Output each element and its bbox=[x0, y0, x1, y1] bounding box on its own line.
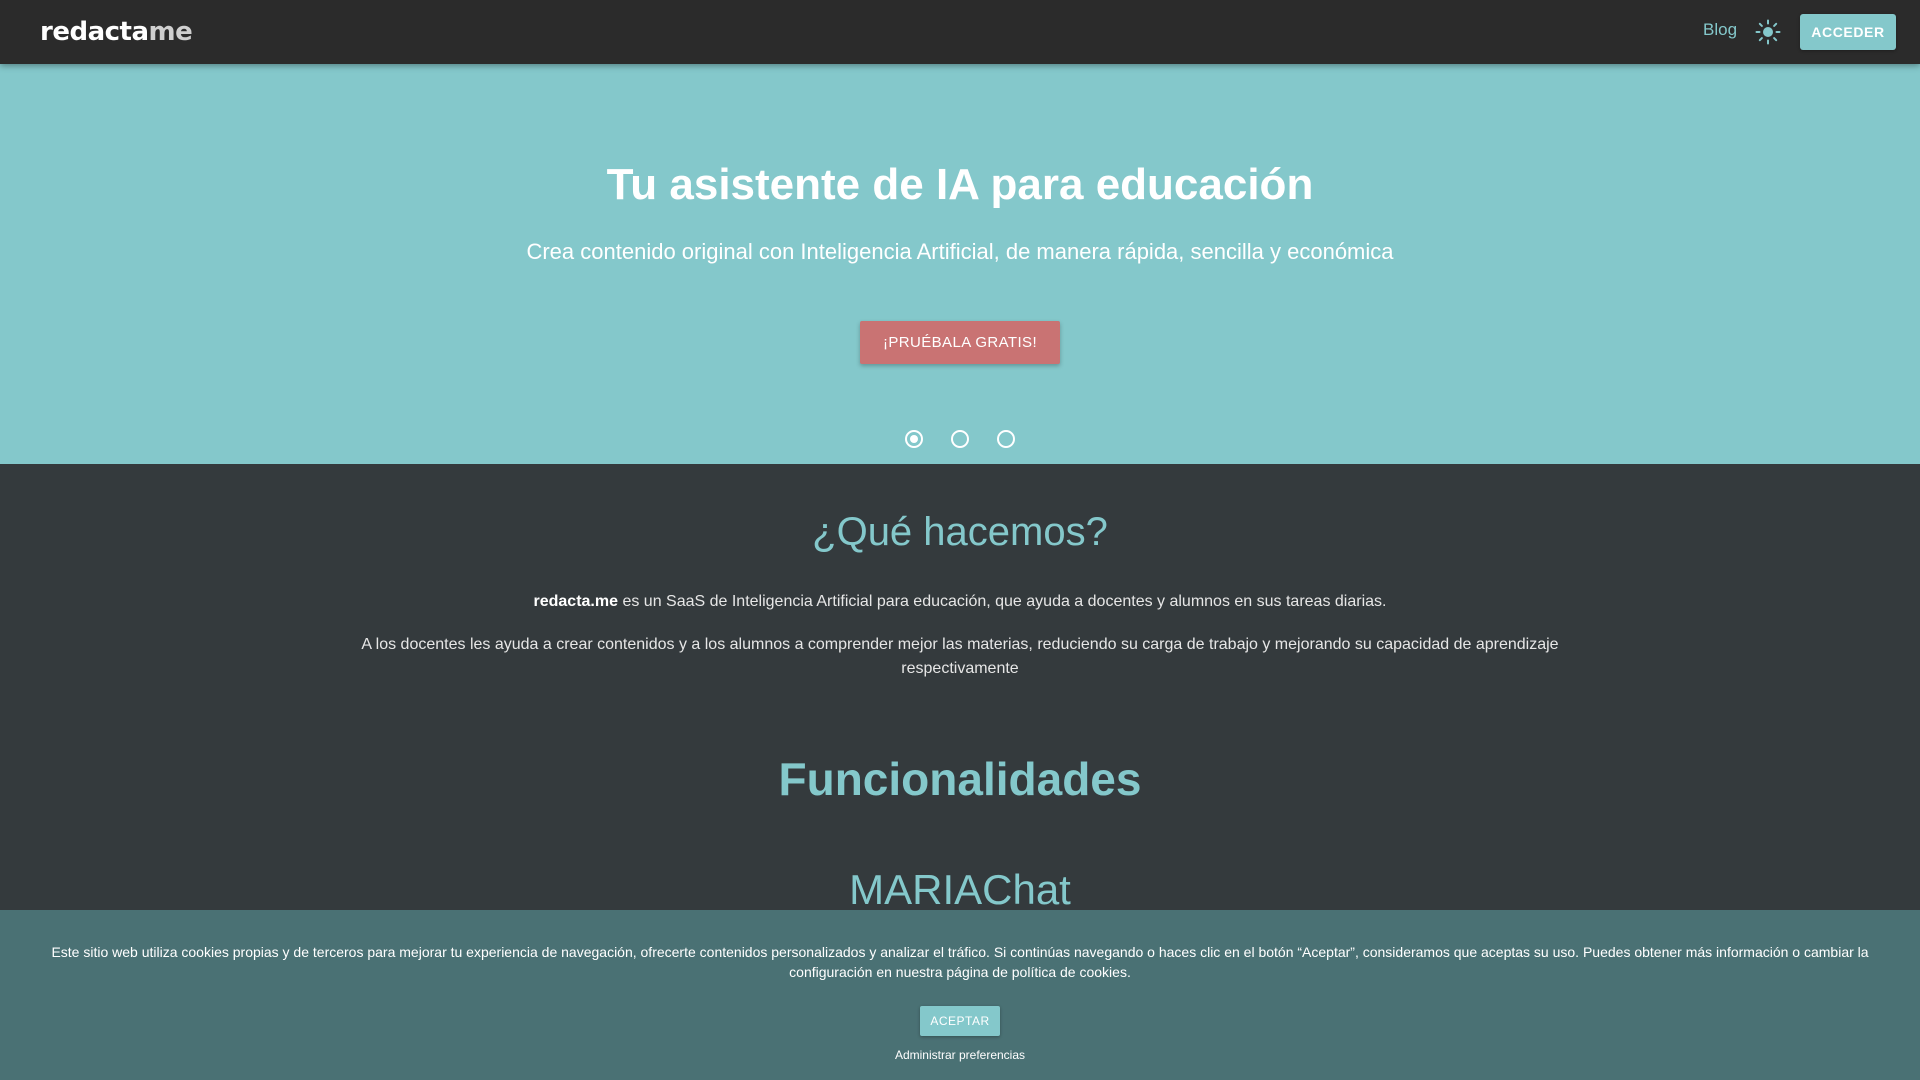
features-title: Funcionalidades bbox=[778, 753, 1142, 805]
cookie-banner: Este sitio web utiliza cookies propias y… bbox=[0, 910, 1920, 1080]
sun-icon bbox=[1755, 19, 1781, 45]
manage-preferences-link[interactable]: Administrar preferencias bbox=[0, 1048, 1920, 1062]
what-we-do-paragraph-1: redacta.me es un SaaS de Inteligencia Ar… bbox=[0, 593, 1920, 611]
theme-toggle-button[interactable] bbox=[1755, 19, 1781, 45]
accept-cookies-button[interactable]: ACEPTAR bbox=[920, 1006, 1000, 1036]
login-button[interactable]: ACCEDER bbox=[1800, 14, 1896, 50]
what-we-do-title: ¿Qué hacemos? bbox=[812, 510, 1108, 554]
carousel-dot-1[interactable] bbox=[905, 430, 923, 448]
cookie-notice-text: Este sitio web utiliza cookies propias y… bbox=[51, 944, 1869, 980]
nav-link-blog[interactable]: Blog bbox=[1703, 20, 1737, 40]
carousel-dot-3[interactable] bbox=[997, 430, 1015, 448]
feature-mariachat-title: MARIAChat bbox=[849, 866, 1071, 913]
try-free-button[interactable]: ¡PRUÉBALA GRATIS! bbox=[860, 321, 1060, 364]
what-we-do-paragraph-1-text: es un SaaS de Inteligencia Artificial pa… bbox=[618, 593, 1387, 610]
hero-carousel: Tu asistente de IA para educación Crea c… bbox=[0, 64, 1920, 464]
logo-text: redacta bbox=[40, 17, 149, 47]
top-navbar: redactame Blog ACCEDER bbox=[0, 0, 1920, 64]
brand-logo[interactable]: redactame bbox=[40, 14, 193, 50]
carousel-indicators bbox=[0, 430, 1920, 452]
what-we-do-paragraph-2: A los docentes les ayuda a crear conteni… bbox=[361, 636, 1559, 677]
hero-subtitle: Crea contenido original con Inteligencia… bbox=[526, 239, 1394, 264]
logo-suffix: me bbox=[148, 17, 193, 47]
hero-title: Tu asistente de IA para educación bbox=[606, 160, 1314, 209]
brand-name: redacta.me bbox=[533, 593, 619, 610]
carousel-dot-2[interactable] bbox=[951, 430, 969, 448]
